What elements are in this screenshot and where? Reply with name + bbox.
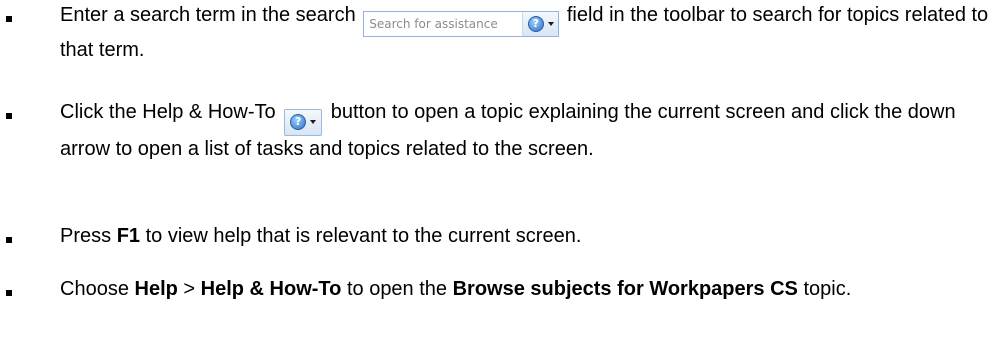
instruction-search: Enter a search term in the search Search…	[60, 2, 1000, 63]
topic-name: Browse subjects for Workpapers CS	[452, 278, 798, 300]
search-help-button[interactable]: ?	[522, 12, 559, 36]
menu-help: Help	[134, 278, 178, 300]
bullet-marker	[6, 290, 12, 296]
help-instruction-text: Click the Help & How-To	[60, 101, 276, 123]
menu-instruction-pre: Choose	[60, 278, 129, 300]
menu-instruction-post: topic.	[803, 278, 852, 300]
bullet-marker	[6, 237, 12, 243]
search-field[interactable]: Search for assistance ?	[363, 11, 560, 37]
help-how-to-button[interactable]: ?	[284, 108, 323, 136]
menu-instruction-mid: to open the	[346, 278, 448, 300]
chevron-down-icon	[547, 22, 554, 26]
f1-instruction-pre: Press	[60, 225, 112, 247]
instruction-menu: Choose Help > Help & How-To to open the …	[60, 276, 1000, 302]
f1-key: F1	[116, 225, 141, 247]
menu-help-how-to: Help & How-To	[200, 278, 342, 300]
search-placeholder: Search for assistance	[369, 17, 498, 31]
menu-separator: >	[183, 278, 196, 300]
instruction-f1: Press F1 to view help that is relevant t…	[60, 223, 1000, 249]
question-mark-icon: ?	[527, 16, 544, 32]
bullet-marker	[6, 113, 12, 119]
bullet-marker	[6, 16, 12, 22]
f1-instruction-post: to view help that is relevant to the cur…	[145, 225, 582, 247]
question-mark-icon: ?	[290, 114, 307, 130]
instruction-help-button: Click the Help & How-To ? button to open…	[60, 99, 1000, 162]
search-instruction-text: Enter a search term in the search	[60, 4, 356, 26]
chevron-down-icon	[310, 120, 317, 124]
